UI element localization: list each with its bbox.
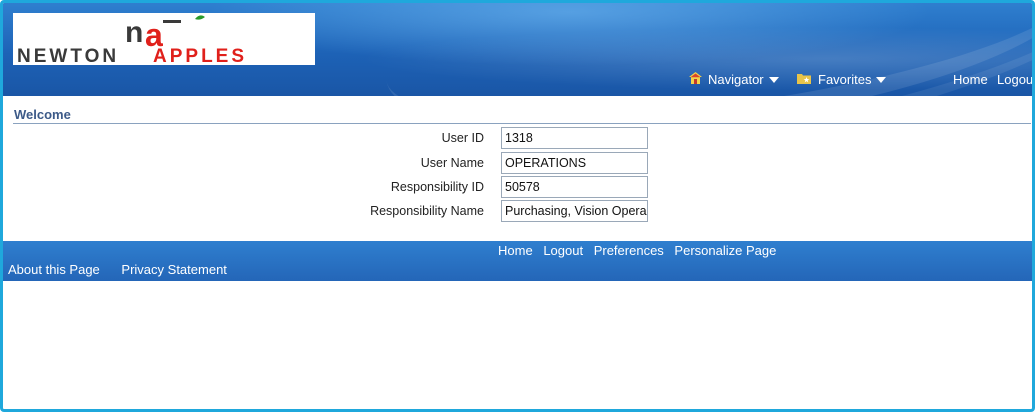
footer-home-link[interactable]: Home xyxy=(498,243,533,258)
form-row-user-name: User Name OPERATIONS xyxy=(3,152,1032,174)
responsibility-id-label: Responsibility ID xyxy=(390,180,484,194)
navigator-label: Navigator xyxy=(708,72,764,87)
header-home-link[interactable]: Home xyxy=(953,72,988,87)
header-banner: n a NEWTON APPLES Navigator Favorites Ho… xyxy=(3,3,1032,96)
responsibility-name-field[interactable]: Purchasing, Vision Opera xyxy=(501,200,648,222)
logo-mark-n: n xyxy=(125,16,143,49)
chevron-down-icon xyxy=(768,76,779,83)
newton-apples-logo: n a NEWTON APPLES xyxy=(17,15,247,65)
user-name-label: User Name xyxy=(420,156,484,170)
user-id-label: User ID xyxy=(441,131,484,145)
global-nav: Navigator Favorites Home Logout xyxy=(3,70,1032,90)
section-title: Welcome xyxy=(14,107,71,122)
privacy-statement-link[interactable]: Privacy Statement xyxy=(121,262,227,277)
chevron-down-icon xyxy=(876,76,887,83)
favorites-label: Favorites xyxy=(818,72,872,87)
app-window: n a NEWTON APPLES Navigator Favorites Ho… xyxy=(0,0,1035,412)
footer-bar: Home Logout Preferences Personalize Page… xyxy=(3,241,1032,281)
form-row-responsibility-name: Responsibility Name Purchasing, Vision O… xyxy=(3,200,1032,222)
footer-links: Home Logout Preferences Personalize Page xyxy=(498,243,783,258)
leaf-icon xyxy=(195,15,205,20)
user-name-field[interactable]: OPERATIONS xyxy=(501,152,648,174)
logout-link-label: Logout xyxy=(997,72,1032,87)
user-id-field[interactable]: 1318 xyxy=(501,127,648,149)
responsibility-name-label: Responsibility Name xyxy=(370,204,484,218)
form-row-user-id: User ID 1318 xyxy=(3,127,1032,149)
favorites-menu[interactable]: Favorites xyxy=(797,72,887,87)
home-icon xyxy=(689,72,702,87)
navigator-menu[interactable]: Navigator xyxy=(689,72,779,87)
responsibility-id-field[interactable]: 50578 xyxy=(501,176,648,198)
footer-secondary-links: About this Page Privacy Statement xyxy=(8,262,245,277)
logo[interactable]: n a NEWTON APPLES xyxy=(13,13,315,65)
logo-macron xyxy=(163,20,181,23)
footer-logout-link[interactable]: Logout xyxy=(543,243,583,258)
favorites-folder-icon xyxy=(797,72,812,87)
logo-word-apples: APPLES xyxy=(153,46,247,65)
home-link-label: Home xyxy=(953,72,988,87)
section-divider xyxy=(13,123,1031,124)
header-logout-link[interactable]: Logout xyxy=(997,72,1032,87)
logo-word-newton: NEWTON xyxy=(17,46,119,65)
footer-preferences-link[interactable]: Preferences xyxy=(594,243,664,258)
about-this-page-link[interactable]: About this Page xyxy=(8,262,100,277)
form-row-responsibility-id: Responsibility ID 50578 xyxy=(3,176,1032,198)
footer-personalize-page-link[interactable]: Personalize Page xyxy=(674,243,776,258)
